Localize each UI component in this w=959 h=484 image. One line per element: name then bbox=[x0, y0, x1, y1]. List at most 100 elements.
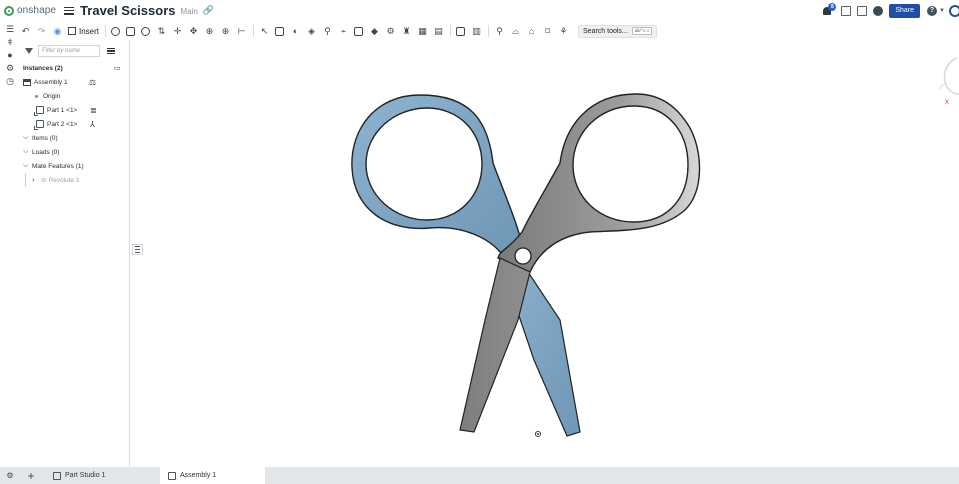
insert-icon bbox=[68, 27, 76, 35]
tab-label: Assembly 1 bbox=[180, 472, 217, 479]
onshape-logo[interactable]: onshape bbox=[4, 5, 56, 16]
width-mate-icon[interactable] bbox=[275, 26, 285, 36]
search-tools-label: Search tools... bbox=[583, 27, 628, 35]
help-chevron-down-icon[interactable]: ▼ bbox=[939, 8, 945, 14]
part-icon bbox=[34, 106, 44, 116]
toolbar: ↶ ↷ ◉ Insert ⇅ ✛ ✥ ⊕ ⊕ ⊢ ↖ ◐ ◈ ⚲ ⌁ ◆ ⚙ ♜… bbox=[20, 22, 959, 40]
screw-relation-icon[interactable] bbox=[354, 26, 364, 36]
ball-mate-icon[interactable]: ⊕ bbox=[220, 26, 231, 37]
search-tools-input[interactable]: Search tools... alt/⌥ c bbox=[578, 24, 658, 38]
fastened-mate-icon[interactable] bbox=[126, 26, 136, 36]
chevron-down-icon[interactable]: ⌵ bbox=[23, 148, 29, 156]
bom-table-icon[interactable]: ▥ bbox=[471, 26, 482, 37]
document-title[interactable]: Travel Scissors bbox=[80, 3, 175, 18]
tab-part-studio-1[interactable]: Part Studio 1 bbox=[45, 467, 145, 484]
list-view-icon[interactable] bbox=[107, 47, 115, 55]
feature-list-icon[interactable]: ☰ bbox=[5, 24, 15, 34]
revolute-label: Revolute 1 bbox=[48, 176, 80, 184]
instances-header[interactable]: Instances (2) ▭ bbox=[20, 61, 129, 75]
tree-guide-line bbox=[25, 173, 26, 187]
top-right-controls: 8 Share ? ▼ bbox=[821, 0, 959, 21]
instances-panel: Filter by name Instances (2) ▭ Assembly … bbox=[20, 40, 130, 467]
slider-mate-icon[interactable]: ⇅ bbox=[156, 26, 167, 37]
tab-assembly-1[interactable]: Assembly 1 bbox=[160, 467, 265, 484]
assembly-mates-icon[interactable]: ⚖ bbox=[89, 78, 96, 87]
part-1-blue-scissor-half[interactable] bbox=[351, 94, 581, 437]
tab-label: Part Studio 1 bbox=[65, 472, 106, 479]
loads-label: Loads (0) bbox=[32, 148, 60, 156]
instances-title: Instances (2) bbox=[23, 64, 63, 72]
part-2-label: Part 2 <1> bbox=[47, 120, 78, 128]
app-store-icon[interactable] bbox=[873, 5, 884, 16]
measure-icon[interactable]: ▤ bbox=[433, 26, 444, 37]
revolute-mate-icon[interactable] bbox=[141, 26, 151, 36]
triad-x-label: X bbox=[945, 100, 949, 106]
bom-icon[interactable]: ⚙ bbox=[5, 63, 15, 73]
mate-connector-icon[interactable]: ◐ bbox=[290, 26, 301, 37]
view-cube[interactable]: X bbox=[929, 48, 959, 108]
graphics-viewport[interactable]: X bbox=[131, 40, 959, 467]
tab-manager-icon[interactable]: ⚙ bbox=[3, 471, 17, 480]
search-parts-icon[interactable]: ⚲ bbox=[494, 26, 505, 37]
tree-item-revolute[interactable]: › ⊖ Revolute 1 bbox=[20, 173, 129, 187]
tree-item-assembly[interactable]: Assembly 1 ⚖ bbox=[20, 75, 129, 89]
orient-icon[interactable]: ⌓ bbox=[510, 26, 521, 37]
filter-input[interactable]: Filter by name bbox=[38, 45, 100, 57]
named-positions-icon[interactable]: ♜ bbox=[401, 26, 412, 37]
tree-item-part-2[interactable]: Part 2 <1> ⅄ bbox=[20, 117, 129, 131]
mate-connector-icon[interactable]: ⅄ bbox=[90, 120, 95, 129]
versions-icon[interactable] bbox=[857, 5, 868, 16]
user-avatar[interactable] bbox=[949, 4, 959, 17]
rack-pinion-icon[interactable]: ⌁ bbox=[338, 26, 349, 37]
insert-mate-icon[interactable]: ǂ bbox=[5, 37, 15, 47]
chevron-down-icon[interactable]: ⌵ bbox=[23, 134, 29, 142]
insert-button[interactable]: Insert bbox=[68, 27, 99, 36]
parallel-mate-icon[interactable]: ⊢ bbox=[236, 26, 247, 37]
redo-icon[interactable]: ↷ bbox=[36, 26, 47, 37]
document-list-icon[interactable] bbox=[841, 5, 852, 16]
gear-relation-icon[interactable]: ⚲ bbox=[322, 26, 333, 37]
items-label: Items (0) bbox=[32, 134, 58, 142]
display-states-icon[interactable] bbox=[456, 26, 466, 36]
tree-item-items[interactable]: ⌵ Items (0) bbox=[20, 131, 129, 145]
snap-icon[interactable]: ⌂ bbox=[526, 26, 537, 37]
branch-name[interactable]: Main bbox=[180, 7, 197, 16]
part-2-gray-scissor-half[interactable] bbox=[459, 93, 701, 433]
group-icon[interactable]: ◈ bbox=[306, 26, 317, 37]
tree-item-origin[interactable]: Origin bbox=[20, 89, 129, 103]
filter-icon[interactable] bbox=[25, 48, 33, 54]
chevron-right-icon[interactable]: › bbox=[32, 177, 38, 184]
section-view-icon[interactable]: ▦ bbox=[417, 26, 428, 37]
new-folder-icon[interactable]: ▭ bbox=[114, 64, 121, 72]
tree-item-loads[interactable]: ⌵ Loads (0) bbox=[20, 145, 129, 159]
fixed-icon[interactable]: ≣ bbox=[90, 106, 97, 115]
add-tab-icon[interactable]: + bbox=[25, 469, 37, 483]
comments-icon[interactable]: ● bbox=[5, 50, 15, 60]
undo-icon[interactable]: ↶ bbox=[20, 26, 31, 37]
main-menu-icon[interactable] bbox=[64, 6, 75, 15]
notification-badge: 8 bbox=[828, 3, 837, 11]
tree-item-mate-features[interactable]: ⌵ Mate Features (1) bbox=[20, 159, 129, 173]
cylindrical-mate-icon[interactable]: ✥ bbox=[188, 26, 199, 37]
notifications-bell-icon[interactable]: 8 bbox=[821, 3, 837, 16]
planar-mate-icon[interactable]: ✛ bbox=[172, 26, 183, 37]
part-studio-icon bbox=[53, 471, 61, 480]
replicate-icon[interactable] bbox=[111, 26, 121, 36]
left-icon-rail: ☰ ǂ ● ⚙ ◷ bbox=[0, 21, 20, 467]
render-mode-icon[interactable]: ◉ bbox=[52, 26, 63, 37]
tangent-mate-icon[interactable]: ↖ bbox=[259, 26, 270, 37]
custom-feature-icon[interactable]: ⚘ bbox=[558, 26, 569, 37]
scissors-model bbox=[351, 93, 701, 438]
linear-relation-icon[interactable]: ◆ bbox=[369, 26, 380, 37]
toolbar-divider bbox=[105, 25, 107, 37]
link-icon[interactable]: 🔗 bbox=[203, 5, 214, 16]
frame-icon[interactable]: ⌑ bbox=[542, 26, 553, 37]
share-button[interactable]: Share bbox=[889, 3, 921, 18]
help-icon[interactable]: ? bbox=[927, 5, 938, 16]
pin-slot-mate-icon[interactable]: ⊕ bbox=[204, 26, 215, 37]
explode-icon[interactable]: ⚙ bbox=[385, 26, 396, 37]
top-bar: onshape Travel Scissors Main 🔗 8 Share ?… bbox=[0, 0, 959, 21]
tree-item-part-1[interactable]: Part 1 <1> ≣ bbox=[20, 103, 129, 117]
chevron-down-icon[interactable]: ⌵ bbox=[23, 162, 29, 170]
simulation-icon[interactable]: ◷ bbox=[5, 76, 15, 86]
